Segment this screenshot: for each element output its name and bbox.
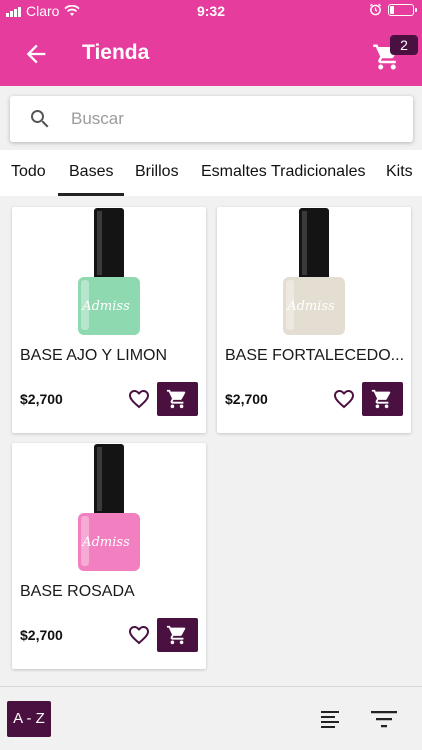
search-field[interactable]: Buscar (10, 96, 413, 142)
filter-icon[interactable] (370, 707, 398, 731)
bottle-brand-text: Admiss (81, 535, 130, 550)
add-to-cart-icon (166, 625, 186, 645)
tab-esmaltes-tradicionales[interactable]: Esmaltes Tradicionales (201, 163, 366, 181)
add-to-cart-icon (166, 389, 186, 409)
bottle-brand-text: Admiss (286, 299, 335, 314)
tab-todo[interactable]: Todo (11, 163, 46, 181)
back-arrow-icon[interactable] (22, 40, 50, 68)
add-to-cart-button[interactable] (157, 618, 198, 652)
product-image: Admiss (283, 208, 345, 335)
heart-icon[interactable] (127, 623, 151, 647)
search-icon (31, 110, 49, 128)
add-to-cart-button[interactable] (362, 382, 403, 416)
add-to-cart-button[interactable] (157, 382, 198, 416)
heart-icon[interactable] (332, 387, 356, 411)
alarm-icon (369, 3, 382, 16)
cart-count-badge: 2 (390, 35, 418, 55)
sort-icon[interactable] (318, 707, 342, 731)
add-to-cart-icon (371, 389, 391, 409)
bottom-toolbar: A - Z (0, 686, 422, 750)
status-time: 9:32 (196, 3, 226, 19)
product-card[interactable]: Admiss BASE AJO Y LIMON $2,700 (12, 207, 206, 433)
product-price: $2,700 (20, 627, 63, 643)
page-title: Tienda (82, 41, 150, 64)
app-bar: Tienda 2 (0, 22, 422, 86)
category-tabs: Todo Bases Brillos Esmaltes Tradicionale… (0, 150, 422, 196)
heart-icon[interactable] (127, 387, 151, 411)
status-bar: Claro 9:32 (0, 0, 422, 22)
tab-brillos[interactable]: Brillos (135, 163, 179, 181)
product-price: $2,700 (225, 391, 268, 407)
search-placeholder: Buscar (71, 109, 124, 128)
product-card[interactable]: Admiss BASE ROSADA $2,700 (12, 443, 206, 669)
battery-icon (388, 3, 417, 16)
product-image: Admiss (78, 444, 140, 571)
bottle-brand-text: Admiss (81, 299, 130, 314)
tab-bases[interactable]: Bases (69, 163, 113, 181)
product-name: BASE ROSADA (20, 583, 135, 600)
status-right (369, 3, 417, 16)
product-card[interactable]: Admiss BASE FORTALECEDO... $2,700 (217, 207, 411, 433)
product-image: Admiss (78, 208, 140, 335)
product-name: BASE FORTALECEDO... (225, 347, 405, 364)
product-name: BASE AJO Y LIMON (20, 347, 168, 364)
product-price: $2,700 (20, 391, 63, 407)
sort-az-button[interactable]: A - Z (7, 701, 51, 737)
tab-kits[interactable]: Kits (386, 163, 413, 181)
